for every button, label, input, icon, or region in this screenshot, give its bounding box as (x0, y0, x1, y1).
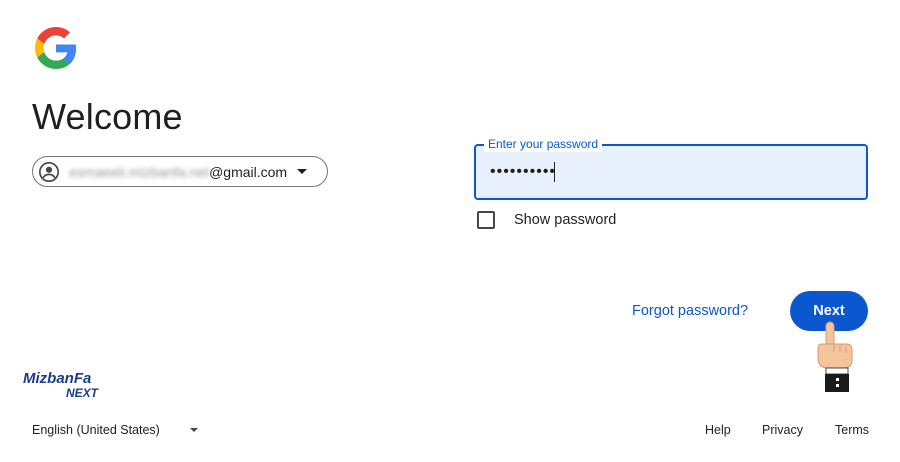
password-label: Enter your password (484, 136, 603, 152)
pointing-hand-icon (817, 321, 853, 392)
account-chip[interactable]: esmaeeli.mizbanfa.net @gmail.com (32, 156, 328, 187)
mizbanfa-logo: MizbanFa NEXT (23, 370, 100, 400)
page-title: Welcome (32, 96, 183, 137)
account-circle-icon (39, 161, 59, 182)
email-username: esmaeeli.mizbanfa.net (69, 163, 210, 180)
email-domain: @gmail.com (209, 163, 288, 180)
privacy-link[interactable]: Privacy (762, 423, 803, 437)
show-password-label[interactable]: Show password (514, 212, 616, 228)
text-cursor (554, 162, 555, 182)
brand-top-text: MizbanFa (23, 370, 91, 387)
help-link[interactable]: Help (705, 423, 731, 437)
chevron-down-icon[interactable] (190, 428, 198, 432)
google-logo-icon (35, 27, 77, 69)
chevron-down-icon (297, 169, 308, 174)
forgot-password-link[interactable]: Forgot password? (632, 303, 748, 319)
language-select[interactable]: English (United States) (32, 423, 160, 437)
brand-bottom-text: NEXT (66, 386, 100, 400)
show-password-checkbox[interactable] (477, 211, 495, 229)
terms-link[interactable]: Terms (835, 423, 869, 437)
password-value: •••••••••• (490, 163, 557, 180)
